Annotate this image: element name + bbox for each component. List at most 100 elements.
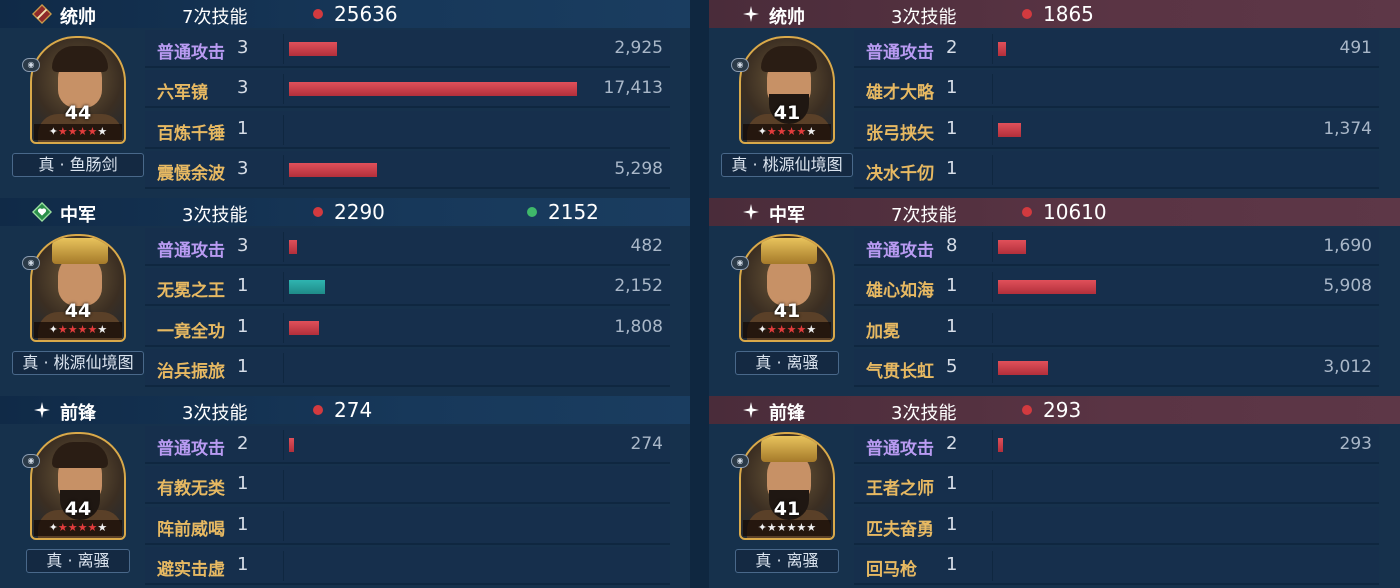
- skill-name: 普通攻击: [157, 43, 225, 63]
- skill-row[interactable]: 雄才大略 1: [854, 70, 1379, 108]
- damage-bar: [998, 123, 1021, 137]
- hero-portrait[interactable]: ◉ 41 ✦★★★★★: [731, 432, 835, 540]
- skill-row[interactable]: 气贯长虹 5 3,012: [854, 349, 1379, 387]
- hero-portrait[interactable]: ◉ 44 ✦★★★★★: [22, 432, 126, 540]
- row-divider: [992, 313, 993, 343]
- skill-row[interactable]: 普通攻击 3 2,925: [145, 30, 670, 68]
- hero-headwear: [52, 46, 108, 72]
- skill-value: 293: [1339, 434, 1372, 454]
- hero-portrait[interactable]: ◉ 41 ✦★★★★★: [731, 36, 835, 144]
- damage-total: 25636: [334, 2, 398, 26]
- row-divider: [992, 155, 993, 185]
- damage-dot-icon: [313, 207, 323, 217]
- row-divider: [283, 511, 284, 541]
- weapon-tag[interactable]: 真 · 桃源仙境图: [12, 351, 144, 375]
- hero-stars: ✦★★★★★: [34, 124, 122, 140]
- skill-cast-count: 3: [237, 235, 249, 256]
- skill-row[interactable]: 加冕 1: [854, 309, 1379, 347]
- hero-portrait[interactable]: ◉ 44 ✦★★★★★: [22, 36, 126, 144]
- skill-cast-count: 1: [237, 316, 249, 337]
- role-section: 统帅 7次技能 25636 ◉ 44 ✦★★★★★ 真 · 鱼肠剑 普通攻击 3 2,925 六军镜…: [0, 0, 690, 196]
- damage-dot-icon: [313, 9, 323, 19]
- role-name: 前锋: [60, 403, 96, 424]
- hero-portrait[interactable]: ◉ 41 ✦★★★★★: [731, 234, 835, 342]
- damage-bar: [998, 240, 1026, 254]
- skill-row[interactable]: 雄心如海 1 5,908: [854, 268, 1379, 306]
- skill-name: 普通攻击: [157, 241, 225, 261]
- skill-cast-count: 1: [946, 118, 958, 139]
- skill-row[interactable]: 治兵振旅 1: [145, 349, 670, 387]
- row-divider: [992, 74, 993, 104]
- skill-name: 百炼千锤: [157, 124, 225, 144]
- skill-name: 雄才大略: [866, 83, 934, 103]
- skill-row[interactable]: 张弓挟矢 1 1,374: [854, 111, 1379, 149]
- skill-cast-count: 2: [946, 433, 958, 454]
- hero-stars: ✦★★★★★: [34, 322, 122, 338]
- weapon-tag[interactable]: 真 · 离骚: [735, 549, 839, 573]
- skill-value: 1,808: [614, 317, 663, 337]
- skill-cast-count: 1: [946, 473, 958, 494]
- damage-total: 2290: [334, 200, 385, 224]
- weapon-tag[interactable]: 真 · 离骚: [26, 549, 130, 573]
- skill-row[interactable]: 普通攻击 2 274: [145, 426, 670, 464]
- skill-row[interactable]: 普通攻击 2 491: [854, 30, 1379, 68]
- skill-row[interactable]: 一竟全功 1 1,808: [145, 309, 670, 347]
- weapon-tag[interactable]: 真 · 离骚: [735, 351, 839, 375]
- skill-list: 普通攻击 8 1,690 雄心如海 1 5,908 加冕 1 气贯长虹 5 3,012: [854, 228, 1379, 390]
- skill-cast-count: 1: [237, 514, 249, 535]
- skill-name: 阵前威喝: [157, 520, 225, 540]
- damage-total: 274: [334, 398, 373, 422]
- role-section: 中军 3次技能 2290 2152 ◉ 44 ✦★★★★★ 真 · 桃源仙境图 普通攻击 3 482…: [0, 198, 690, 394]
- row-divider: [283, 313, 284, 343]
- skill-name: 普通攻击: [866, 241, 934, 261]
- heal-bar: [289, 280, 325, 294]
- role-name: 中军: [60, 205, 96, 226]
- skill-row[interactable]: 六军镜 3 17,413: [145, 70, 670, 108]
- skill-name: 普通攻击: [866, 439, 934, 459]
- role-name: 前锋: [769, 403, 805, 424]
- skill-list: 普通攻击 2 491 雄才大略 1 张弓挟矢 1 1,374 决水千仞 1: [854, 30, 1379, 192]
- skill-row[interactable]: 阵前威喝 1: [145, 507, 670, 545]
- skill-row[interactable]: 无冕之王 1 2,152: [145, 268, 670, 306]
- skill-name: 气贯长虹: [866, 362, 934, 382]
- skill-cast-count: 1: [946, 77, 958, 98]
- skill-cast-count: 8: [946, 235, 958, 256]
- weapon-tag[interactable]: 真 · 桃源仙境图: [721, 153, 853, 177]
- skill-value: 3,012: [1323, 357, 1372, 377]
- skill-list: 普通攻击 3 482 无冕之王 1 2,152 一竟全功 1 1,808 治兵振旅 1: [145, 228, 670, 390]
- role-section: 中军 7次技能 10610 ◉ 41 ✦★★★★★ 真 · 离骚 普通攻击 8 1,690 雄心如海…: [709, 198, 1400, 394]
- panel-divider: [690, 0, 709, 588]
- skill-row[interactable]: 匹夫奋勇 1: [854, 507, 1379, 545]
- hero-level: 41: [773, 498, 801, 520]
- skill-count: 3次技能: [182, 205, 248, 226]
- skill-row[interactable]: 普通攻击 2 293: [854, 426, 1379, 464]
- row-divider: [992, 551, 993, 581]
- row-divider: [283, 470, 284, 500]
- skill-row[interactable]: 回马枪 1: [854, 547, 1379, 585]
- hero-headwear: [52, 238, 108, 264]
- skill-row[interactable]: 王者之师 1: [854, 466, 1379, 504]
- row-divider: [283, 232, 284, 262]
- hero-portrait[interactable]: ◉ 44 ✦★★★★★: [22, 234, 126, 342]
- hero-headwear: [761, 436, 817, 462]
- skill-value: 17,413: [603, 78, 663, 98]
- skill-list: 普通攻击 3 2,925 六军镜 3 17,413 百炼千锤 1 震慑余波 3 5,298: [145, 30, 670, 192]
- sparkle-icon: [741, 202, 761, 222]
- damage-bar: [998, 280, 1096, 294]
- skill-row[interactable]: 避实击虚 1: [145, 547, 670, 585]
- sparkle-icon: [741, 4, 761, 24]
- role-section: 前锋 3次技能 293 ◉ 41 ✦★★★★★ 真 · 离骚 普通攻击 2 293 王者之师 1 匹夫奋…: [709, 396, 1400, 588]
- skill-name: 雄心如海: [866, 281, 934, 301]
- skill-row[interactable]: 决水千仞 1: [854, 151, 1379, 189]
- awaken-badge-icon: ◉: [731, 454, 749, 468]
- skill-row[interactable]: 普通攻击 8 1,690: [854, 228, 1379, 266]
- weapon-tag[interactable]: 真 · 鱼肠剑: [12, 153, 144, 177]
- skill-list: 普通攻击 2 293 王者之师 1 匹夫奋勇 1 回马枪 1: [854, 426, 1379, 588]
- skill-row[interactable]: 震慑余波 3 5,298: [145, 151, 670, 189]
- skill-row[interactable]: 有教无类 1: [145, 466, 670, 504]
- skill-name: 回马枪: [866, 560, 917, 580]
- skill-cast-count: 1: [946, 514, 958, 535]
- skill-row[interactable]: 百炼千锤 1: [145, 111, 670, 149]
- skill-row[interactable]: 普通攻击 3 482: [145, 228, 670, 266]
- row-divider: [283, 115, 284, 145]
